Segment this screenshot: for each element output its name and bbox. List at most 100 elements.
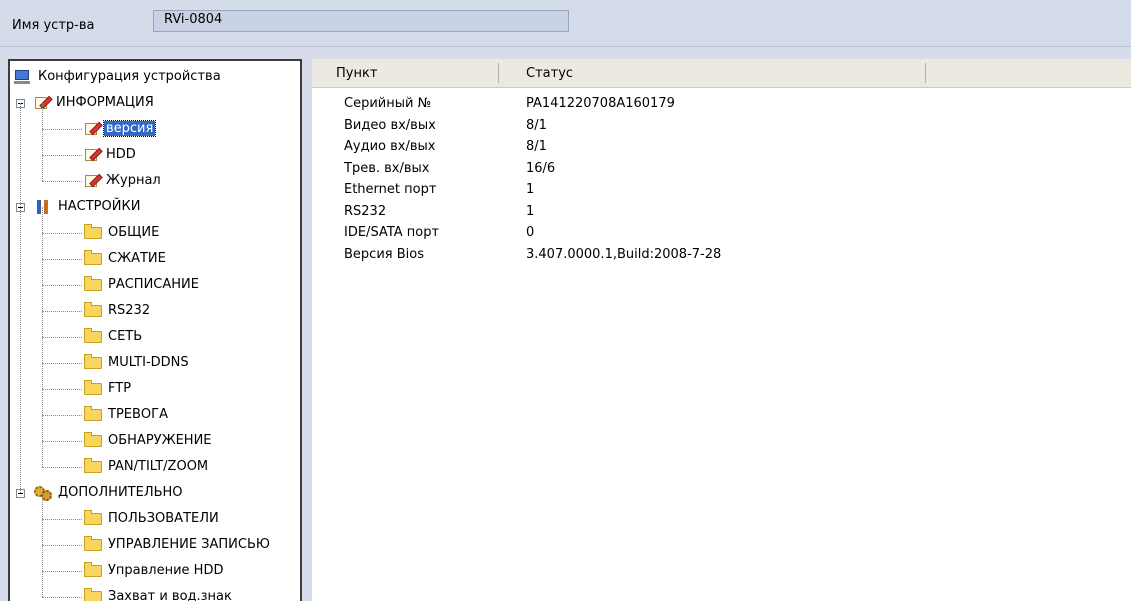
tree-item-extra-1[interactable]: ПОЛЬЗОВАТЕЛИ [84, 509, 221, 529]
tree-node-label: PAN/TILT/ZOOM [108, 459, 209, 474]
tree-item-extra-2[interactable]: УПРАВЛЕНИЕ ЗАПИСЬЮ [84, 535, 272, 555]
tree-node-label: ОБНАРУЖЕНИЕ [108, 433, 212, 448]
tree-node-label: HDD [106, 147, 136, 162]
folder-icon [84, 587, 102, 601]
list-item[interactable]: Ethernet порт 1 [312, 181, 1012, 199]
folder-icon [84, 301, 102, 319]
tree-node-label: ПОЛЬЗОВАТЕЛИ [108, 511, 219, 526]
list-item[interactable]: RS232 1 [312, 203, 1012, 221]
tree-item-settings-4[interactable]: RS232 [84, 301, 152, 321]
tree-node-label: ТРЕВОГА [108, 407, 168, 422]
tree-node-label: версия [102, 120, 157, 137]
folder-icon [84, 353, 102, 371]
tree-line [42, 311, 82, 312]
folder-icon [84, 249, 102, 267]
column-header-item[interactable]: Пункт [312, 59, 377, 87]
tree-line [42, 493, 43, 597]
tree-item-extra-3[interactable]: Управление HDD [84, 561, 225, 581]
tree-line [42, 129, 82, 130]
tree-line [42, 441, 82, 442]
item-status: 16/6 [526, 160, 556, 176]
tree-node-label: RS232 [108, 303, 151, 318]
tree-node-label: Управление HDD [108, 563, 224, 578]
folder-icon [84, 275, 102, 293]
list-item[interactable]: Видео вх/вых 8/1 [312, 117, 1012, 135]
tree-node-label: СЖАТИЕ [108, 251, 166, 266]
tree-line [42, 207, 43, 467]
tree-node-label: СЕТЬ [108, 329, 143, 344]
folder-icon [84, 457, 102, 475]
list-item[interactable]: Версия Bios 3.407.0000.1,Build:2008-7-28 [312, 246, 1012, 264]
tree-line [42, 233, 82, 234]
tree-node-label: ИНФОРМАЦИЯ [56, 95, 154, 110]
list-item[interactable]: IDE/SATA порт 0 [312, 224, 1012, 242]
tree-node-label: Конфигурация устройства [38, 69, 221, 84]
item-name: Аудио вх/вых [344, 139, 436, 154]
folder-icon [84, 535, 102, 553]
folder-icon [84, 327, 102, 345]
device-header: Имя устр-ва RVi-0804 [0, 0, 1131, 47]
tree-item-info-3[interactable]: Журнал [84, 171, 163, 191]
folder-icon [84, 223, 102, 241]
list-header: Пункт Статус [312, 59, 1131, 88]
tree-line [42, 285, 82, 286]
list-item[interactable]: Трев. вх/вых 16/6 [312, 160, 1012, 178]
tree-node-info[interactable]: ИНФОРМАЦИЯ [34, 93, 156, 113]
column-separator[interactable] [925, 63, 926, 83]
column-header-status[interactable]: Статус [502, 59, 573, 87]
tree-node-label: ОБЩИЕ [108, 225, 160, 240]
tree-item-settings-6[interactable]: MULTI-DDNS [84, 353, 191, 373]
gears-icon [34, 485, 52, 501]
tree-item-settings-9[interactable]: ОБНАРУЖЕНИЕ [84, 431, 214, 451]
item-status: 8/1 [526, 117, 547, 133]
tree-item-settings-1[interactable]: ОБЩИЕ [84, 223, 161, 243]
folder-icon [84, 561, 102, 579]
tree-line [42, 389, 82, 390]
config-tree-panel: Конфигурация устройства ИНФОРМАЦИЯ версия H… [8, 59, 302, 601]
tree-line [42, 181, 82, 182]
folder-icon [84, 379, 102, 397]
device-name-label: Имя устр-ва [12, 18, 95, 33]
list-item[interactable]: Серийный № PA141220708A160179 [312, 95, 1012, 113]
tree-node-label: Захват и вод.знак [108, 589, 232, 601]
tree-item-info-2[interactable]: HDD [84, 145, 138, 165]
tree-node-label: УПРАВЛЕНИЕ ЗАПИСЬЮ [108, 537, 270, 552]
tree-node-extra[interactable]: ДОПОЛНИТЕЛЬНО [34, 483, 185, 503]
tools-icon [34, 199, 52, 215]
tree-item-extra-4[interactable]: Захват и вод.знак [84, 587, 234, 601]
tree-node-label: РАСПИСАНИЕ [108, 277, 199, 292]
tree-line [42, 571, 82, 572]
folder-icon [84, 431, 102, 449]
tree-line [42, 155, 82, 156]
item-status: PA141220708A160179 [526, 96, 675, 111]
tree-line [42, 337, 82, 338]
device-name-field[interactable]: RVi-0804 [153, 10, 569, 32]
tree-node-settings[interactable]: НАСТРОЙКИ [34, 197, 142, 217]
tree-item-settings-3[interactable]: РАСПИСАНИЕ [84, 275, 201, 295]
item-status: 1 [526, 203, 535, 219]
item-name: Трев. вх/вых [344, 160, 430, 176]
tree-item-info-1[interactable]: версия [84, 119, 157, 139]
folder-icon [84, 405, 102, 423]
item-name: RS232 [344, 203, 387, 219]
list-item[interactable]: Аудио вх/вых 8/1 [312, 138, 1012, 156]
tree-line [42, 259, 82, 260]
note-pencil-icon [84, 121, 103, 136]
tree-node-label: НАСТРОЙКИ [58, 199, 141, 214]
column-separator[interactable] [498, 63, 499, 83]
info-list-panel: Пункт Статус Серийный № PA141220708A16017… [312, 59, 1131, 601]
tree-root-config[interactable]: Конфигурация устройства [14, 67, 223, 87]
tree-item-settings-10[interactable]: PAN/TILT/ZOOM [84, 457, 210, 477]
tree-line [42, 519, 82, 520]
tree-node-label: Журнал [106, 173, 161, 188]
folder-icon [84, 509, 102, 527]
item-name: Версия Bios [344, 246, 424, 262]
tree-item-settings-5[interactable]: СЕТЬ [84, 327, 144, 347]
tree-line [42, 103, 43, 181]
tree-node-label: MULTI-DDNS [108, 355, 189, 370]
tree-item-settings-8[interactable]: ТРЕВОГА [84, 405, 170, 425]
tree-item-settings-2[interactable]: СЖАТИЕ [84, 249, 168, 269]
computer-icon [14, 69, 32, 85]
tree-node-label: ДОПОЛНИТЕЛЬНО [58, 485, 183, 500]
tree-item-settings-7[interactable]: FTP [84, 379, 133, 399]
